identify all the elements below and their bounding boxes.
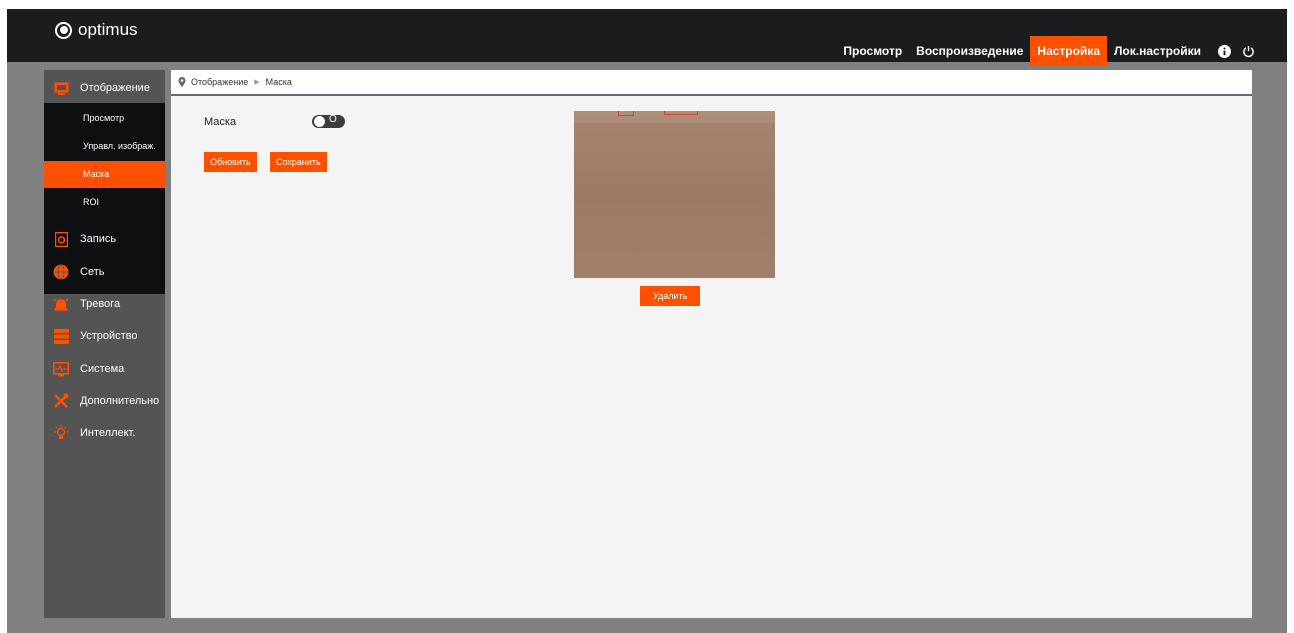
- intellect-icon: [53, 425, 69, 441]
- sidebar-item-network[interactable]: Сеть: [44, 257, 165, 287]
- submenu-item-image-control[interactable]: Управл. изображ.: [44, 133, 165, 160]
- toggle-knob: [314, 116, 325, 127]
- camera-preview[interactable]: [574, 111, 775, 278]
- breadcrumb: Отображение ▶ Маска: [171, 70, 1252, 96]
- sidebar-item-label: Тревога: [80, 298, 121, 310]
- power-icon[interactable]: [1240, 43, 1256, 59]
- breadcrumb-item[interactable]: Отображение: [191, 77, 248, 87]
- system-icon: [53, 361, 69, 377]
- sidebar-item-label: Отображение: [80, 82, 150, 94]
- device-icon: [53, 328, 69, 344]
- info-icon[interactable]: [1216, 43, 1232, 59]
- nav-preview[interactable]: Просмотр: [836, 36, 909, 66]
- chevron-right-icon: ▶: [254, 79, 260, 86]
- sidebar-item-label: Дополнительно: [80, 395, 160, 407]
- sidebar-item-label: Устройство: [80, 330, 138, 342]
- sidebar-item-label: Система: [80, 363, 125, 375]
- delete-button[interactable]: Удалить: [640, 286, 701, 306]
- sidebar-item-device[interactable]: Устройство: [44, 321, 165, 351]
- save-button[interactable]: Сохранить: [270, 152, 327, 172]
- sidebar-item-label: Запись: [80, 233, 117, 245]
- refresh-button[interactable]: Обновить: [204, 152, 257, 172]
- logo-text: optimus: [78, 20, 138, 39]
- display-icon: [53, 80, 69, 96]
- logo-icon: [55, 21, 72, 39]
- logo: optimus: [55, 20, 138, 40]
- toggle-state: O: [329, 114, 337, 125]
- mask-label: Маска: [204, 116, 237, 128]
- sidebar-item-alarm[interactable]: Тревога: [44, 289, 165, 319]
- main-nav: Просмотр Воспроизведение Настройка Лок.н…: [836, 36, 1256, 66]
- submenu-item-preview[interactable]: Просмотр: [44, 105, 165, 132]
- sidebar: Отображение Просмотр Управл. изображ. Ма…: [44, 70, 165, 618]
- nav-local-settings[interactable]: Лок.настройки: [1107, 36, 1208, 66]
- mask-toggle[interactable]: O: [312, 114, 345, 128]
- mask-region[interactable]: [618, 111, 634, 116]
- nav-playback[interactable]: Воспроизведение: [909, 36, 1030, 66]
- location-pin-icon: [178, 77, 186, 87]
- sidebar-item-label: Сеть: [80, 266, 105, 278]
- submenu-item-mask[interactable]: Маска: [44, 161, 165, 188]
- sidebar-item-system[interactable]: Система: [44, 354, 165, 384]
- breadcrumb-item: Маска: [265, 77, 292, 87]
- sidebar-item-advanced[interactable]: Дополнительно: [44, 386, 165, 416]
- sidebar-item-display[interactable]: Отображение: [44, 73, 165, 103]
- alarm-icon: [53, 296, 69, 312]
- top-bar: optimus Просмотр Воспроизведение Настрой…: [7, 9, 1287, 66]
- network-icon: [53, 264, 69, 280]
- main-content: Отображение ▶ Маска Маска O Обновить Сох…: [171, 70, 1252, 618]
- sidebar-item-label: Интеллект.: [80, 427, 136, 439]
- sidebar-item-intellect[interactable]: Интеллект.: [44, 418, 165, 448]
- nav-settings[interactable]: Настройка: [1030, 36, 1108, 66]
- mask-region[interactable]: [664, 111, 698, 115]
- submenu-item-roi[interactable]: ROI: [44, 189, 165, 216]
- record-icon: [53, 231, 69, 247]
- sidebar-item-record[interactable]: Запись: [44, 224, 165, 254]
- tools-icon: [53, 393, 69, 409]
